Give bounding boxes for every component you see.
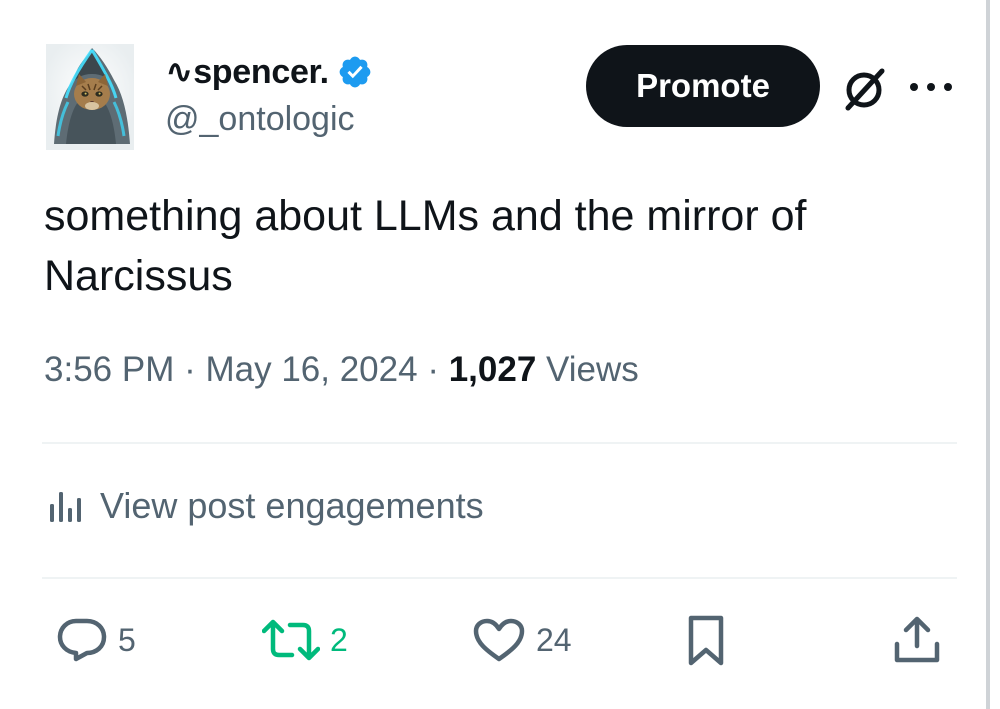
bookmark-button[interactable] bbox=[684, 612, 728, 668]
verified-badge-icon[interactable] bbox=[337, 54, 373, 90]
post-date[interactable]: May 16, 2024 bbox=[205, 350, 417, 389]
views-count: 1,027 bbox=[448, 350, 537, 389]
post-time[interactable]: 3:56 PM bbox=[44, 350, 174, 389]
grok-icon[interactable] bbox=[842, 66, 888, 112]
analytics-icon bbox=[50, 492, 81, 522]
author-handle[interactable]: @_ontologic bbox=[165, 100, 355, 139]
view-engagements-link[interactable]: View post engagements bbox=[46, 485, 484, 527]
more-icon[interactable] bbox=[910, 80, 952, 94]
post-meta: 3:56 PM · May 16, 2024 · 1,027 Views bbox=[44, 350, 639, 390]
avatar[interactable] bbox=[46, 44, 134, 150]
meta-separator: · bbox=[184, 350, 196, 389]
avatar-cat-hood-image bbox=[46, 44, 134, 150]
right-edge-border bbox=[986, 0, 1000, 709]
meta-separator: · bbox=[427, 350, 439, 389]
reply-icon bbox=[57, 618, 107, 662]
author-name-row[interactable]: ∿spencer. bbox=[165, 52, 373, 92]
divider bbox=[42, 442, 957, 444]
like-count: 24 bbox=[536, 621, 572, 658]
divider bbox=[42, 577, 957, 579]
repost-count: 2 bbox=[330, 621, 348, 658]
share-button[interactable] bbox=[892, 612, 942, 668]
reply-count: 5 bbox=[118, 621, 136, 658]
display-name[interactable]: ∿spencer. bbox=[165, 52, 329, 92]
bookmark-icon bbox=[688, 615, 724, 666]
engagements-label[interactable]: View post engagements bbox=[100, 485, 484, 527]
post-text: something about LLMs and the mirror of N… bbox=[44, 192, 807, 300]
promote-button[interactable]: Promote bbox=[586, 45, 820, 127]
like-button[interactable]: 24 bbox=[472, 612, 572, 668]
heart-icon bbox=[473, 618, 525, 662]
share-icon bbox=[894, 616, 940, 663]
reply-button[interactable]: 5 bbox=[56, 612, 136, 668]
views-label: Views bbox=[546, 350, 639, 389]
repost-icon bbox=[262, 619, 320, 661]
repost-button[interactable]: 2 bbox=[262, 612, 348, 668]
